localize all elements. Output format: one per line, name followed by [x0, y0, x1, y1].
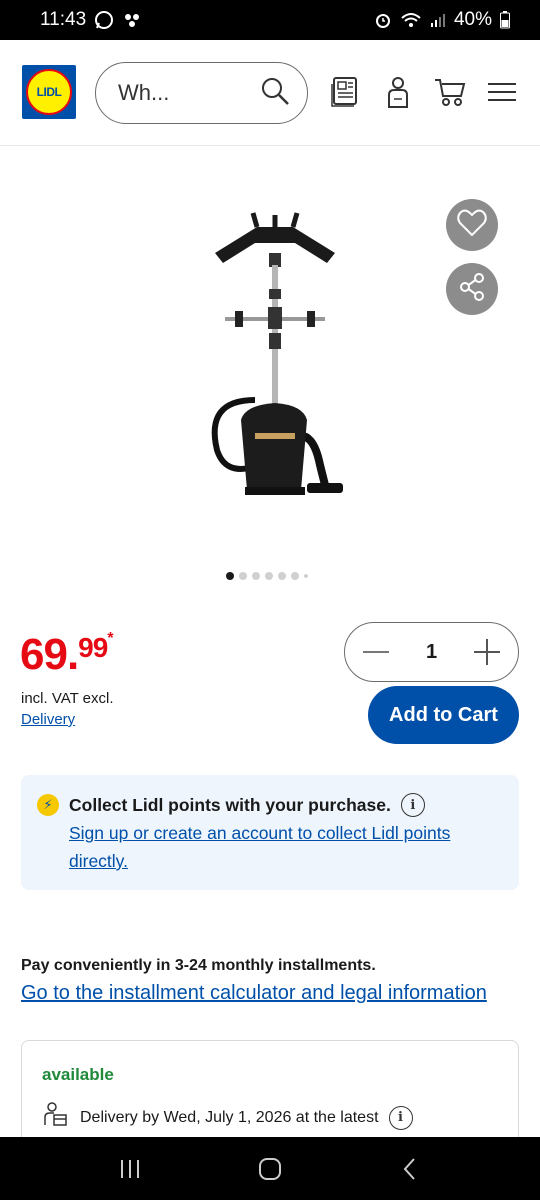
vat-info: incl. VAT excl. Delivery — [21, 688, 114, 730]
share-button[interactable] — [446, 263, 498, 315]
decrease-quantity-button[interactable] — [361, 637, 391, 667]
image-carousel-dots[interactable] — [226, 572, 308, 580]
battery-icon — [500, 11, 510, 29]
leaflet-icon[interactable] — [325, 72, 365, 112]
delivery-truck-icon — [42, 1101, 70, 1134]
carousel-dot[interactable] — [226, 572, 234, 580]
lidl-logo[interactable]: LIDL — [22, 65, 76, 119]
carousel-dot[interactable] — [252, 572, 260, 580]
home-icon[interactable] — [250, 1149, 290, 1189]
availability-status: available — [42, 1065, 114, 1084]
whatsapp-icon — [94, 10, 114, 30]
price-cents: 99 — [78, 632, 108, 663]
installment-calculator-link[interactable]: Go to the installment calculator and leg… — [21, 982, 487, 1005]
menu-icon[interactable] — [482, 72, 522, 112]
info-icon[interactable]: i — [400, 793, 425, 817]
recent-apps-icon[interactable] — [110, 1149, 150, 1189]
points-title: Collect Lidl points with your purchase. — [69, 794, 391, 815]
alarm-icon — [374, 11, 392, 29]
delivery-link[interactable]: Delivery — [21, 709, 114, 730]
clock: 11:43 — [40, 9, 87, 30]
logo-text: LIDL — [26, 69, 72, 115]
carousel-dot[interactable] — [291, 572, 299, 580]
share-icon — [457, 272, 487, 307]
wishlist-button[interactable] — [446, 199, 498, 251]
price-main: 69. — [20, 630, 79, 679]
quantity-stepper: 1 — [344, 622, 519, 682]
delivery-date-text: Delivery by Wed, July 1, 2026 at the lat… — [80, 1108, 379, 1126]
vat-text: incl. VAT excl. — [21, 690, 114, 707]
lidl-points-coin-icon: ⚡ — [37, 794, 59, 816]
carousel-dot[interactable] — [239, 572, 247, 580]
wifi-icon — [400, 11, 422, 29]
site-header: LIDL — [0, 40, 540, 146]
points-signup-link[interactable]: Sign up or create an account to collect … — [69, 819, 501, 875]
account-icon[interactable] — [378, 72, 418, 112]
search-icon[interactable] — [259, 75, 291, 112]
back-icon[interactable] — [390, 1149, 430, 1189]
system-nav-bar — [0, 1137, 540, 1200]
search-bar[interactable] — [95, 62, 308, 124]
delivery-info-icon[interactable]: i — [388, 1105, 413, 1130]
search-input[interactable] — [118, 80, 248, 106]
status-bar: 11:43 40% — [0, 0, 540, 40]
product-image[interactable] — [195, 205, 355, 515]
installments-text: Pay conveniently in 3-24 monthly install… — [21, 957, 376, 974]
availability-card: available Delivery by Wed, July 1, 2026 … — [21, 1040, 519, 1150]
signal-icon — [430, 12, 446, 28]
add-to-cart-button[interactable]: Add to Cart — [368, 686, 519, 744]
delivery-info: Delivery by Wed, July 1, 2026 at the lat… — [42, 1101, 498, 1134]
lidl-points-banner: ⚡ Collect Lidl points with your purchase… — [21, 775, 519, 890]
carousel-dot[interactable] — [278, 572, 286, 580]
quantity-value[interactable]: 1 — [426, 641, 437, 664]
battery-percent: 40% — [453, 9, 492, 30]
price-asterisk: * — [107, 630, 113, 647]
carousel-dot[interactable] — [304, 574, 308, 578]
product-price: 69.99* — [20, 630, 114, 680]
increase-quantity-button[interactable] — [472, 637, 502, 667]
carousel-dot[interactable] — [265, 572, 273, 580]
app-icon — [122, 11, 142, 29]
heart-icon — [457, 209, 487, 242]
cart-icon[interactable] — [430, 72, 470, 112]
